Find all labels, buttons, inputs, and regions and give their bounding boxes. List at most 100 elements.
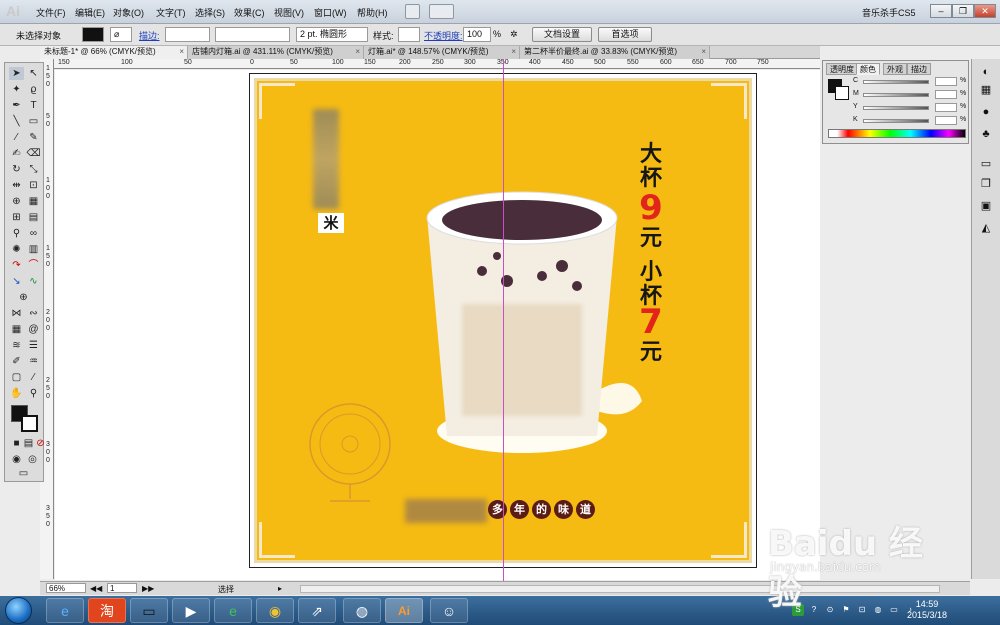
tray-flag-icon[interactable]: ⚑ xyxy=(840,604,852,616)
eraser-tool-icon[interactable]: ⌫ xyxy=(26,147,41,160)
wave-tool-icon[interactable]: ∿ xyxy=(26,275,41,288)
tray-monitor-icon[interactable]: ▭ xyxy=(888,604,900,616)
column-graph-tool-icon[interactable]: ▥ xyxy=(26,243,41,256)
slider-track[interactable] xyxy=(863,106,929,110)
gradient-panel-icon[interactable]: ▭ xyxy=(979,157,993,171)
qihoo-icon[interactable]: e xyxy=(214,598,252,623)
app-icon[interactable]: ◍ xyxy=(343,598,381,623)
screen-mode-icon[interactable]: ▭ xyxy=(16,467,31,480)
bridge-icon[interactable] xyxy=(405,4,420,19)
next-page-icon[interactable]: ▶▶ xyxy=(142,584,154,593)
menu-file[interactable]: 文件(F) xyxy=(36,6,66,19)
clock[interactable]: 14:59 2015/3/18 xyxy=(906,599,948,621)
scale-tool-icon[interactable]: ⤡ xyxy=(26,163,41,176)
opacity-label[interactable]: 不透明度: xyxy=(424,29,463,42)
menu-view[interactable]: 视图(V) xyxy=(274,6,304,19)
blend-tool-icon[interactable]: ∞ xyxy=(26,227,41,240)
browser-icon[interactable]: ⇗ xyxy=(298,598,336,623)
horizontal-ruler[interactable]: 150 100 50 0 50 100 150 200 250 300 350 … xyxy=(54,59,820,69)
guide-line[interactable] xyxy=(503,59,504,581)
close-icon[interactable]: × xyxy=(511,46,516,58)
selection-tool-icon[interactable]: ➤ xyxy=(9,67,24,80)
slider-k[interactable]: K % xyxy=(853,116,968,126)
menu-edit[interactable]: 编辑(E) xyxy=(75,6,105,19)
style-select[interactable] xyxy=(398,27,420,42)
direct-selection-tool-icon[interactable]: ↖ xyxy=(26,67,41,80)
swatches-icon[interactable]: ▦ xyxy=(979,83,993,97)
tab-second-cup[interactable]: 第二杯半价最终.ai @ 33.83% (CMYK/预览) × xyxy=(520,46,710,59)
recolor-icon[interactable]: ✲ xyxy=(510,29,518,40)
panel-stroke-swatch[interactable] xyxy=(835,86,849,100)
rotate-tool-icon[interactable]: ↻ xyxy=(9,163,24,176)
twirl-tool-icon[interactable]: @ xyxy=(26,323,41,336)
shape-builder-tool-icon[interactable]: ⊕ xyxy=(9,195,24,208)
zoom-field[interactable]: 66% xyxy=(46,583,86,593)
color-spectrum-bar[interactable] xyxy=(828,129,966,138)
channel-value-field[interactable] xyxy=(935,103,957,112)
variable-width-select[interactable] xyxy=(215,27,290,42)
slider-track[interactable] xyxy=(863,93,929,97)
preferences-button[interactable]: 首选项 xyxy=(598,27,652,42)
measure-tool-icon[interactable]: ✐ xyxy=(9,355,24,368)
workspace-switcher[interactable]: 音乐杀手CS5 xyxy=(862,6,916,19)
menu-object[interactable]: 对象(O) xyxy=(113,6,144,19)
draw-behind-icon[interactable]: ◎ xyxy=(25,453,40,466)
brush-select[interactable]: 2 pt. 椭圆形 xyxy=(296,27,368,42)
stroke-weight-field[interactable] xyxy=(165,27,210,42)
close-icon[interactable]: × xyxy=(179,46,184,58)
tab-untitled[interactable]: 未标题-1* @ 66% (CMYK/预览) × xyxy=(40,46,188,59)
rectangle-tool-icon[interactable]: ▭ xyxy=(26,115,41,128)
fill-swatch[interactable] xyxy=(82,27,104,42)
explorer-icon[interactable]: ▭ xyxy=(130,598,168,623)
taobao-icon[interactable]: 淘 xyxy=(88,598,126,623)
knife-tool-icon[interactable]: ⁄ xyxy=(26,371,41,384)
slice-tool-icon[interactable]: ⋈ xyxy=(9,307,24,320)
slider-track[interactable] xyxy=(863,80,929,84)
start-button[interactable] xyxy=(5,597,32,624)
warp-tool-icon[interactable]: ∾ xyxy=(26,307,41,320)
status-mode[interactable]: 选择 xyxy=(218,584,234,595)
menu-effect[interactable]: 效果(C) xyxy=(234,6,265,19)
illustrator-task[interactable]: Ai xyxy=(385,598,423,623)
slider-y[interactable]: Y % xyxy=(853,103,968,113)
symbols-icon[interactable]: ♣ xyxy=(979,127,993,141)
media-player-icon[interactable]: ▶ xyxy=(172,598,210,623)
magic-wand-tool-icon[interactable]: ✦ xyxy=(9,83,24,96)
menu-window[interactable]: 窗口(W) xyxy=(314,6,347,19)
minimize-icon[interactable]: – xyxy=(930,4,952,18)
paintbrush-tool-icon[interactable]: ⁄ xyxy=(9,131,24,144)
chrome-icon[interactable]: ◉ xyxy=(256,598,294,623)
channel-value-field[interactable] xyxy=(935,90,957,99)
graphic-styles-icon[interactable]: ◭ xyxy=(979,221,993,235)
tray-bag-icon[interactable]: ⊡ xyxy=(856,604,868,616)
width-tool-icon[interactable]: ⇹ xyxy=(9,179,24,192)
close-icon[interactable]: × xyxy=(355,46,360,58)
pen-tool-icon[interactable]: ✒ xyxy=(9,99,24,112)
tray-network-icon[interactable]: ⊙ xyxy=(824,604,836,616)
menu-help[interactable]: 帮助(H) xyxy=(357,6,388,19)
line-tool-icon[interactable]: ╲ xyxy=(9,115,24,128)
layers-icon[interactable]: ❐ xyxy=(979,177,993,191)
zigzag-tool-icon[interactable]: ≋ xyxy=(9,339,24,352)
ie-icon[interactable]: e xyxy=(46,598,84,623)
artboard-tool-icon[interactable]: ▢ xyxy=(9,371,24,384)
anchor-tool-icon[interactable]: ↘ xyxy=(9,275,24,288)
photo-icon[interactable]: ☺ xyxy=(430,598,468,623)
eyedropper-tool-icon[interactable]: ⚲ xyxy=(9,227,24,240)
gradient-tool-icon[interactable]: ▤ xyxy=(26,211,41,224)
slider-c[interactable]: C % xyxy=(853,77,968,87)
pencil-tool-icon[interactable]: ✎ xyxy=(26,131,41,144)
stroke-color-swatch[interactable] xyxy=(21,415,38,432)
tray-help-icon[interactable]: ? xyxy=(808,604,820,616)
close-icon[interactable]: ✕ xyxy=(974,4,996,18)
document-setup-button[interactable]: 文档设置 xyxy=(532,27,592,42)
free-transform-tool-icon[interactable]: ⊡ xyxy=(26,179,41,192)
curvature-tool-icon[interactable]: ↷ xyxy=(9,259,24,272)
hand-tool-icon[interactable]: ✋ xyxy=(9,387,24,400)
tab-lightbox[interactable]: 灯箱.ai* @ 148.57% (CMYK/预览) × xyxy=(364,46,520,59)
tab-store-lightbox[interactable]: 店铺内灯箱.ai @ 431.11% (CMYK/预览) × xyxy=(188,46,364,59)
first-page-icon[interactable]: ◀◀ xyxy=(90,584,102,593)
opacity-field[interactable]: 100 xyxy=(463,27,491,42)
perspective-grid-tool-icon[interactable]: ▦ xyxy=(26,195,41,208)
tab-transparency[interactable]: 透明度 xyxy=(826,63,858,75)
